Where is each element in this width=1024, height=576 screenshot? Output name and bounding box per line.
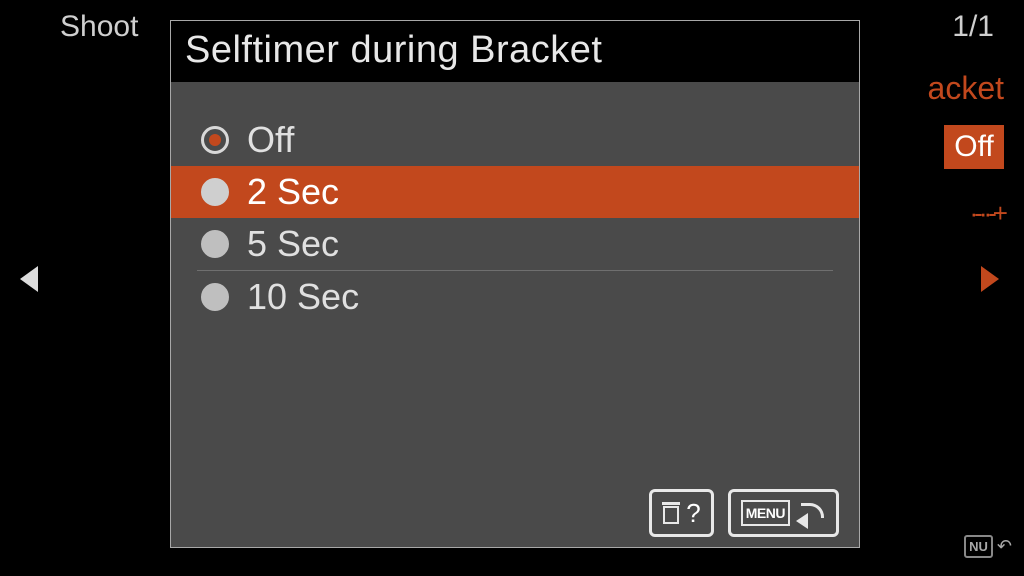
option-5sec[interactable]: 5 Sec (171, 218, 859, 270)
menu-glyph-small: NU (964, 535, 993, 558)
option-2sec[interactable]: 2 Sec (171, 166, 859, 218)
menu-glyph: MENU (741, 500, 790, 526)
menu-back-button[interactable]: MENU (728, 489, 839, 537)
nav-left-icon[interactable] (20, 266, 38, 292)
nav-right-icon[interactable] (981, 266, 999, 292)
bg-item-decor: ·-··-+ (970, 198, 1004, 229)
radio-icon (201, 230, 229, 258)
option-off[interactable]: Off (171, 114, 859, 166)
option-label: 10 Sec (247, 276, 359, 318)
option-list: Off 2 Sec 5 Sec 10 Sec (171, 82, 859, 323)
selftimer-dialog: Selftimer during Bracket Off 2 Sec 5 Sec… (170, 20, 860, 548)
back-arrow-small-icon: ↶ (997, 536, 1012, 557)
dialog-title: Selftimer during Bracket (171, 21, 859, 82)
radio-icon (201, 283, 229, 311)
bg-item-label: acket (928, 70, 1004, 107)
page-indicator: 1/1 (952, 10, 994, 44)
option-label: 2 Sec (247, 171, 339, 213)
option-label: 5 Sec (247, 223, 339, 265)
help-symbol: ? (686, 498, 700, 529)
back-arrow-icon (796, 501, 826, 525)
dialog-footer: ? MENU (649, 489, 839, 537)
radio-icon (201, 126, 229, 154)
help-button[interactable]: ? (649, 489, 713, 537)
bg-menu-back: NU ↶ (964, 535, 1012, 558)
trash-icon (662, 502, 680, 524)
bg-item-value: Off (944, 125, 1004, 169)
option-label: Off (247, 119, 294, 161)
bg-heading: Shoot (60, 10, 138, 44)
radio-icon (201, 178, 229, 206)
option-10sec[interactable]: 10 Sec (171, 271, 859, 323)
